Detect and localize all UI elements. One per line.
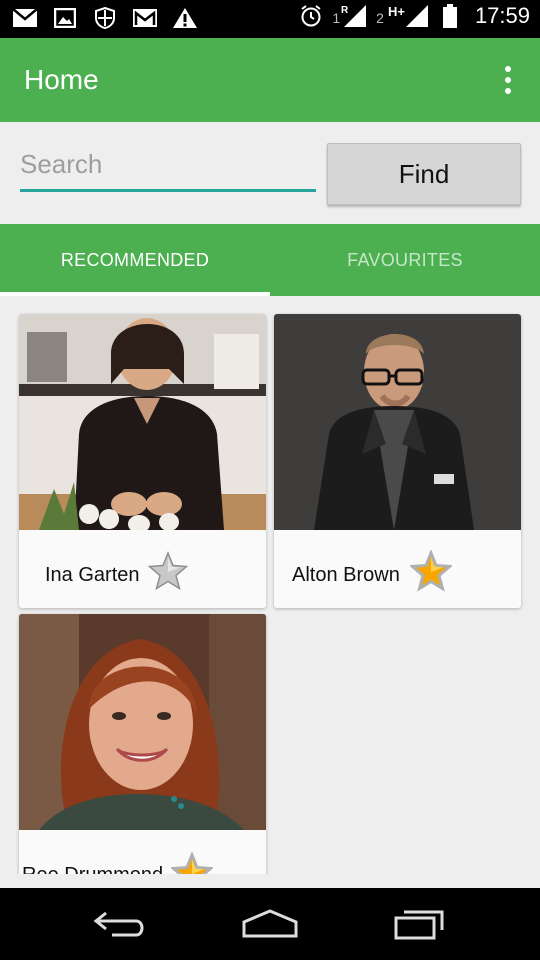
svg-text:R: R — [341, 5, 349, 16]
battery-icon — [437, 4, 463, 28]
shield-icon — [92, 7, 118, 29]
star-outline-icon[interactable] — [147, 550, 189, 592]
page-title: Home — [24, 64, 99, 95]
sim1-signal-icon: 1 R — [332, 4, 368, 28]
sim2-label: 2 — [376, 10, 384, 26]
alarm-icon — [298, 5, 324, 27]
chef-photo — [274, 314, 521, 530]
chef-grid: Ina Garten Alton Brown — [0, 296, 540, 874]
tab-recommended[interactable]: RECOMMENDED — [0, 224, 270, 296]
warning-icon — [172, 7, 198, 29]
star-filled-icon[interactable] — [410, 550, 452, 592]
chef-name: Ina Garten — [45, 564, 140, 586]
chef-name: Ree Drummond — [22, 864, 163, 874]
search-field — [20, 140, 316, 194]
star-filled-icon[interactable] — [171, 852, 213, 874]
chef-card[interactable]: Ree Drummond — [19, 614, 266, 874]
tab-bar: RECOMMENDED FAVOURITES — [0, 224, 540, 296]
image-icon — [52, 7, 78, 29]
tab-favourites[interactable]: FAVOURITES — [270, 224, 540, 296]
recents-icon[interactable] — [390, 906, 450, 942]
home-icon[interactable] — [240, 906, 300, 942]
app-toolbar: Home — [0, 38, 540, 122]
system-nav-bar — [0, 888, 540, 960]
chef-photo — [19, 314, 266, 530]
search-underline — [20, 189, 316, 192]
sim1-label: 1 — [332, 10, 341, 26]
mail-icon — [12, 7, 38, 29]
chef-photo — [19, 614, 266, 830]
chef-card[interactable]: Alton Brown — [274, 314, 521, 608]
network-type: H+ — [387, 4, 405, 19]
gmail-icon — [132, 7, 158, 29]
status-bar: 1 R 2 H+ 17:59 — [0, 0, 540, 38]
find-button[interactable]: Find — [327, 143, 521, 205]
more-vert-icon[interactable] — [504, 66, 512, 94]
sim2-signal-icon: 2 H+ — [376, 4, 429, 28]
back-icon[interactable] — [90, 906, 150, 942]
chef-name: Alton Brown — [292, 564, 400, 586]
chef-card[interactable]: Ina Garten — [19, 314, 266, 608]
clock: 17:59 — [474, 3, 530, 28]
search-input[interactable] — [20, 140, 316, 188]
